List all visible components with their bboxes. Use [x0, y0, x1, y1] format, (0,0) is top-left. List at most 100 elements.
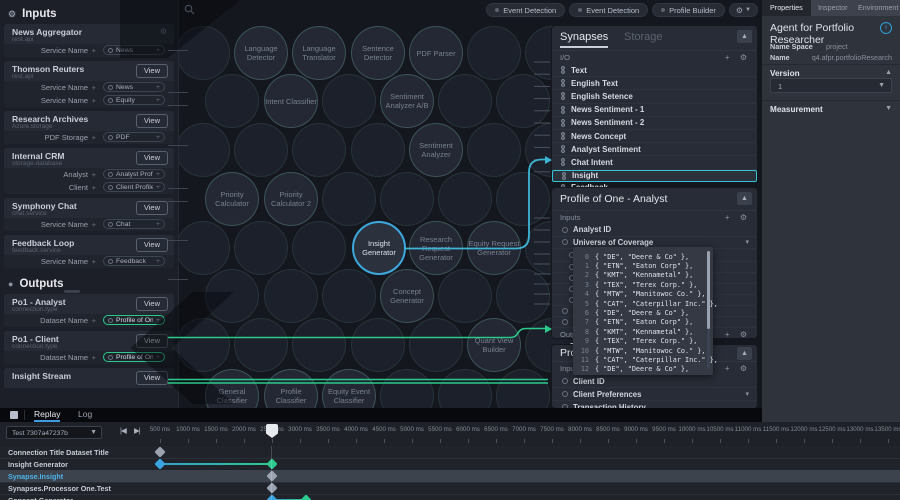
- add-icon[interactable]: +: [92, 183, 96, 192]
- canvas-node-empty[interactable]: [205, 74, 259, 128]
- canvas-node-empty[interactable]: [292, 318, 346, 372]
- event-diamond-blue[interactable]: [266, 494, 277, 500]
- add-icon[interactable]: +: [92, 316, 96, 325]
- view-button[interactable]: View: [136, 151, 168, 165]
- info-icon[interactable]: i: [880, 22, 892, 34]
- view-button[interactable]: View: [136, 334, 168, 348]
- synapse-item-insight[interactable]: Insight: [552, 170, 757, 182]
- canvas-node[interactable]: Language Detector: [234, 26, 288, 80]
- canvas-node-empty[interactable]: [322, 74, 376, 128]
- dataset-pill[interactable]: Chat+: [103, 219, 165, 229]
- event-diamond-gray[interactable]: [266, 482, 277, 493]
- version-select[interactable]: 1 ▼: [770, 78, 892, 93]
- input-card-4[interactable]: Symphony Chatchat.serviceViewService Nam…: [4, 198, 174, 231]
- measurement-section[interactable]: Measurement ▼: [762, 100, 900, 115]
- synapse-item-english-setence[interactable]: English Setence: [552, 90, 757, 103]
- collapse-synapses-button[interactable]: ▲: [737, 30, 752, 43]
- canvas-node-empty[interactable]: [496, 74, 550, 128]
- timeline-ruler[interactable]: 500 ms1000 ms1500 ms2000 ms2500 ms3000 m…: [0, 422, 900, 446]
- canvas-node[interactable]: Sentence Detector: [351, 26, 405, 80]
- canvas-node-empty[interactable]: [178, 318, 230, 372]
- canvas-node-empty[interactable]: [409, 318, 463, 372]
- tooltip-scrollbar-thumb[interactable]: [707, 251, 710, 329]
- input-card-5[interactable]: Feedback Loopfeedback.serviceViewService…: [4, 235, 174, 268]
- synapse-item-analyst-sentiment[interactable]: Analyst Sentiment: [552, 143, 757, 156]
- view-button[interactable]: View: [136, 201, 168, 215]
- tab-inspector[interactable]: Inspector: [810, 0, 856, 16]
- add-icon[interactable]: +: [92, 353, 96, 362]
- dataset-pill[interactable]: Client Profile+: [103, 182, 165, 192]
- canvas-node-empty[interactable]: [264, 269, 318, 323]
- add-icon[interactable]: +: [92, 133, 96, 142]
- collapse-version-icon[interactable]: ▲: [885, 69, 892, 76]
- toolbar-pill-2[interactable]: Profile Builder: [652, 3, 725, 17]
- add-icon[interactable]: +: [92, 46, 96, 55]
- card-gear-icon[interactable]: ⚙: [160, 27, 167, 36]
- canvas-node[interactable]: Sentiment Analyzer A/B: [380, 74, 434, 128]
- event-diamond-green[interactable]: [300, 494, 311, 500]
- canvas-node[interactable]: Quant View Builder: [467, 318, 521, 372]
- canvas-node[interactable]: Profile Classifier: [264, 369, 318, 408]
- canvas-node[interactable]: Language Translator: [292, 26, 346, 80]
- client-input-item[interactable]: Client ID: [552, 375, 757, 388]
- expand-measurement-icon[interactable]: ▼: [885, 105, 892, 112]
- synapse-item-text[interactable]: Text: [552, 64, 757, 77]
- canvas-node-empty[interactable]: [380, 172, 434, 226]
- canvas-node-empty[interactable]: [292, 221, 346, 275]
- canvas-node[interactable]: Research Request Generator: [409, 221, 463, 275]
- canvas-node[interactable]: Equity Event Classifier: [322, 369, 376, 408]
- synapse-item-news-sentiment-1[interactable]: News Sentiment - 1: [552, 104, 757, 117]
- add-icon[interactable]: +: [92, 96, 96, 105]
- canvas-node-empty[interactable]: [205, 269, 259, 323]
- canvas-node-empty[interactable]: [438, 172, 492, 226]
- timeline-row[interactable]: Concept Generator: [0, 494, 900, 500]
- add-icon[interactable]: +: [92, 83, 96, 92]
- canvas-node[interactable]: PDF Parser: [409, 26, 463, 80]
- output-card-0[interactable]: Po1 - Analystconnection.typeViewDataset …: [4, 294, 174, 327]
- canvas-node-empty[interactable]: [178, 26, 230, 80]
- event-diamond-green[interactable]: [266, 458, 277, 469]
- canvas-node-empty[interactable]: [467, 26, 521, 80]
- dataset-pill[interactable]: Profile of One+: [103, 315, 165, 325]
- view-button[interactable]: View: [136, 297, 168, 311]
- canvas-node-empty[interactable]: [234, 318, 288, 372]
- input-card-1[interactable]: Thomson Reutersrest.apiViewService Name+…: [4, 61, 174, 107]
- collapse-client-button[interactable]: ▲: [737, 347, 752, 360]
- tab-log[interactable]: Log: [78, 409, 92, 419]
- dataset-pill[interactable]: PDF+: [103, 132, 165, 142]
- analyst-panel-header[interactable]: Profile of One - Analyst ▲: [552, 188, 757, 211]
- synapse-item-news-concept[interactable]: News Concept: [552, 130, 757, 143]
- toolbar-pill-0[interactable]: Event Detection: [486, 3, 565, 17]
- canvas-node-empty[interactable]: [234, 221, 288, 275]
- tab-environment[interactable]: Environment: [850, 0, 900, 16]
- canvas-node-empty[interactable]: [496, 172, 550, 226]
- canvas-node[interactable]: Sentiment Analyzer: [409, 123, 463, 177]
- version-section[interactable]: Version ▲: [762, 64, 900, 79]
- canvas-node[interactable]: General Classifier: [205, 369, 259, 408]
- dataset-pill[interactable]: Profile of One+: [103, 352, 165, 362]
- collapse-analyst-button[interactable]: ▲: [737, 192, 752, 205]
- dataset-pill[interactable]: News+: [103, 45, 165, 55]
- event-diamond-gray[interactable]: [154, 446, 165, 457]
- synapse-item-news-sentiment-2[interactable]: News Sentiment - 2: [552, 117, 757, 130]
- io-section-tools[interactable]: + ⚙: [725, 51, 751, 64]
- client-input-item[interactable]: Client Preferences▾: [552, 388, 757, 401]
- output-card-2[interactable]: Insight StreamView: [4, 368, 174, 388]
- toolbar-pill-1[interactable]: Event Detection: [569, 3, 648, 17]
- dataset-pill[interactable]: Feedback+: [103, 256, 165, 266]
- canvas-settings-button[interactable]: ⚙ ▼: [729, 3, 758, 17]
- chevron-down-icon[interactable]: ▾: [745, 390, 749, 398]
- canvas-node-empty[interactable]: [438, 269, 492, 323]
- canvas-node-empty[interactable]: [496, 269, 550, 323]
- canvas-node-empty[interactable]: [322, 269, 376, 323]
- canvas-node[interactable]: Priority Calculator: [205, 172, 259, 226]
- sidebar-scroll-handle[interactable]: [64, 290, 80, 293]
- canvas-node[interactable]: Equity Request Generator: [467, 221, 521, 275]
- canvas-node-empty[interactable]: [496, 369, 550, 408]
- tab-synapses[interactable]: Synapses: [560, 31, 608, 48]
- input-card-2[interactable]: Research ArchivesAzure.storageViewPDF St…: [4, 111, 174, 144]
- tab-replay[interactable]: Replay: [34, 409, 60, 422]
- chevron-down-icon[interactable]: ▾: [745, 238, 749, 246]
- canvas-node-empty[interactable]: [292, 123, 346, 177]
- dataset-pill[interactable]: Equity+: [103, 95, 165, 105]
